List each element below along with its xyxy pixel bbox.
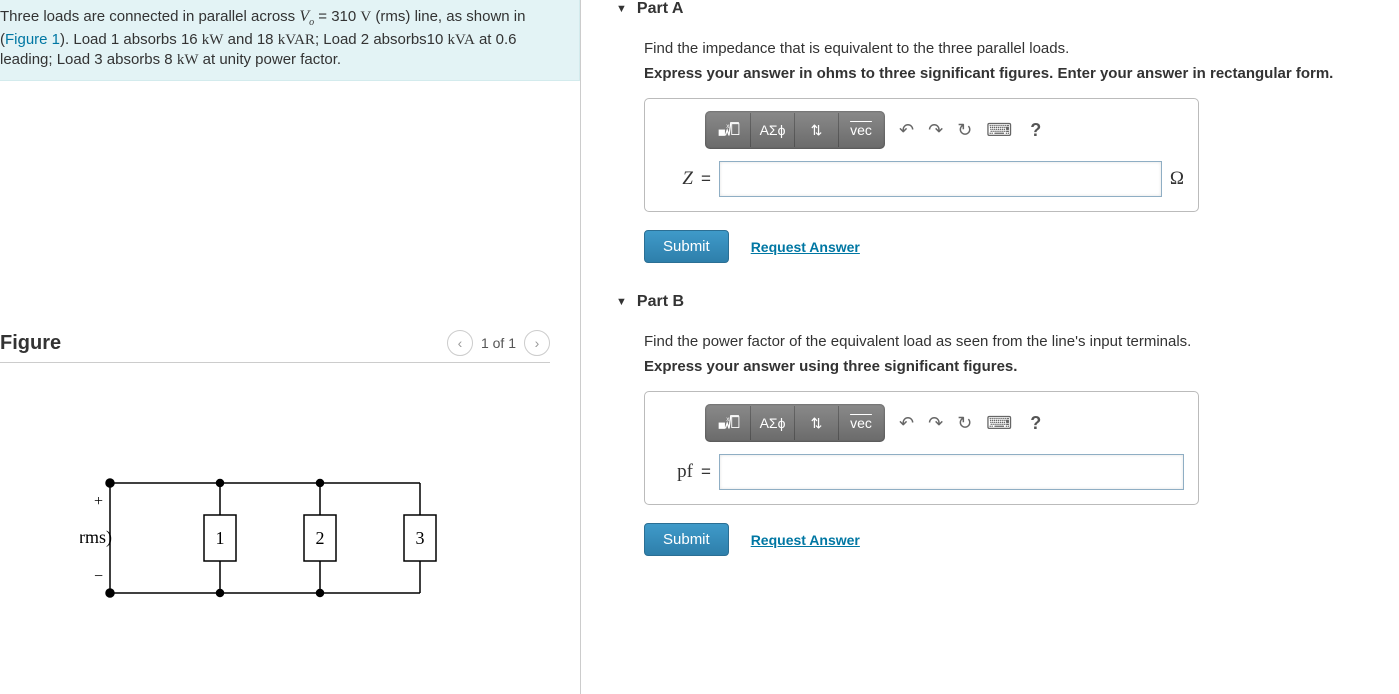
problem-statement: Three loads are connected in parallel ac…: [0, 0, 580, 81]
part-a-title: Part A: [637, 0, 684, 18]
reset-icon[interactable]: ↻: [957, 413, 972, 434]
load-1-label: 1: [216, 528, 225, 548]
part-a-answer-box: x ΑΣϕ ⇅ vec ↶ ↷ ↻ ⌨ ?: [644, 98, 1199, 212]
part-a-prompt: Find the impedance that is equivalent to…: [644, 40, 1399, 57]
figure-heading: Figure: [0, 332, 61, 355]
part-b-instruction: Express your answer using three signific…: [644, 358, 1399, 375]
equals-sign: =: [701, 169, 711, 189]
greek-button[interactable]: ΑΣϕ: [751, 113, 795, 147]
plus-terminal: +: [94, 493, 103, 510]
problem-text: Three loads are connected in parallel ac…: [0, 8, 299, 25]
part-a-submit-button[interactable]: Submit: [644, 230, 729, 263]
keyboard-icon[interactable]: ⌨: [986, 413, 1012, 434]
reset-icon[interactable]: ↻: [957, 120, 972, 141]
part-a-request-answer-link[interactable]: Request Answer: [751, 239, 860, 255]
load-3-label: 3: [416, 528, 425, 548]
arrows-button[interactable]: ⇅: [795, 406, 839, 440]
greek-button[interactable]: ΑΣϕ: [751, 406, 795, 440]
part-b-input[interactable]: [719, 454, 1184, 490]
part-b-toolbar: x ΑΣϕ ⇅ vec ↶ ↷ ↻ ⌨ ?: [705, 404, 1184, 442]
vec-button[interactable]: vec: [839, 113, 883, 147]
redo-icon[interactable]: ↷: [928, 120, 943, 141]
circuit-diagram: 1 2 3 + − Vo (rms): [80, 453, 550, 626]
equals-sign: =: [701, 462, 711, 482]
part-a-collapse-icon[interactable]: ▼: [616, 3, 627, 15]
part-b-submit-button[interactable]: Submit: [644, 523, 729, 556]
help-icon[interactable]: ?: [1026, 413, 1045, 434]
part-a-var: Z: [659, 168, 693, 190]
part-b-request-answer-link[interactable]: Request Answer: [751, 532, 860, 548]
figure-link[interactable]: Figure 1: [5, 31, 60, 48]
part-a-unit: Ω: [1170, 168, 1184, 190]
figure-counter: 1 of 1: [481, 335, 516, 351]
part-b: ▼ Part B Find the power factor of the eq…: [616, 293, 1399, 556]
undo-icon[interactable]: ↶: [899, 413, 914, 434]
part-b-title: Part B: [637, 293, 684, 311]
template-button[interactable]: x: [707, 113, 751, 147]
load-2-label: 2: [316, 528, 325, 548]
part-b-prompt: Find the power factor of the equivalent …: [644, 333, 1399, 350]
figure-next-button[interactable]: ›: [524, 330, 550, 356]
help-icon[interactable]: ?: [1026, 120, 1045, 141]
part-b-collapse-icon[interactable]: ▼: [616, 296, 627, 308]
minus-terminal: −: [94, 568, 103, 585]
part-b-var: pf: [659, 461, 693, 483]
vec-button[interactable]: vec: [839, 406, 883, 440]
arrows-button[interactable]: ⇅: [795, 113, 839, 147]
part-b-answer-box: x ΑΣϕ ⇅ vec ↶ ↷ ↻ ⌨ ?: [644, 391, 1199, 505]
part-a-input[interactable]: [719, 161, 1162, 197]
undo-icon[interactable]: ↶: [899, 120, 914, 141]
part-a-instruction: Express your answer in ohms to three sig…: [644, 65, 1399, 82]
source-label: Vo (rms): [80, 527, 112, 550]
part-a-toolbar: x ΑΣϕ ⇅ vec ↶ ↷ ↻ ⌨ ?: [705, 111, 1184, 149]
part-a: ▼ Part A Find the impedance that is equi…: [616, 0, 1399, 263]
redo-icon[interactable]: ↷: [928, 413, 943, 434]
template-button[interactable]: x: [707, 406, 751, 440]
figure-prev-button[interactable]: ‹: [447, 330, 473, 356]
var-Vo: Vo: [299, 8, 314, 25]
keyboard-icon[interactable]: ⌨: [986, 120, 1012, 141]
